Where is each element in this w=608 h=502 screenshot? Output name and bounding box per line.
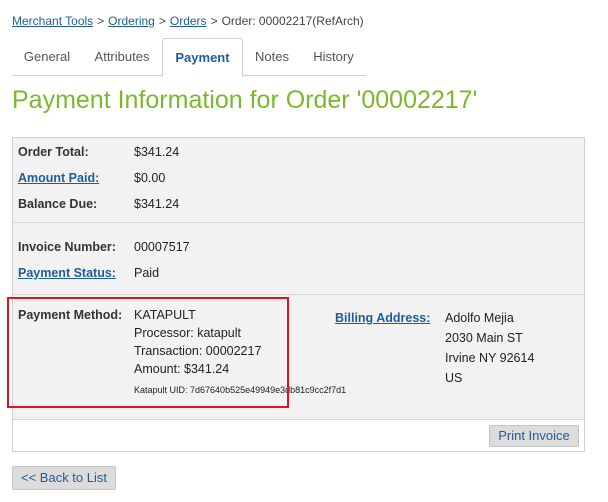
invoice-number-label: Invoice Number: <box>18 240 116 254</box>
page-title: Payment Information for Order '00002217' <box>12 86 478 114</box>
breadcrumb: Merchant Tools > Ordering > Orders > Order: 00… <box>12 14 364 28</box>
invoice-section: Invoice Number: 00007517 Payment Status:… <box>13 223 584 295</box>
tab-history[interactable]: History <box>301 38 366 76</box>
breadcrumb-merchant-tools[interactable]: Merchant Tools <box>12 14 93 28</box>
breadcrumb-orders[interactable]: Orders <box>170 14 207 28</box>
order-total-label: Order Total: <box>18 145 89 159</box>
katapult-uid: Katapult UID: 7d67640b525e49949e3db81c9c… <box>134 385 347 395</box>
balance-due-value: $341.24 <box>134 197 180 211</box>
amount-paid-link[interactable]: Amount Paid: <box>18 171 99 185</box>
breadcrumb-separator: > <box>158 14 166 28</box>
billing-address-link[interactable]: Billing Address: <box>335 311 430 325</box>
panel-footer: Print Invoice <box>13 420 584 451</box>
breadcrumb-current: Order: 00002217(RefArch) <box>221 14 364 28</box>
billing-street: 2030 Main ST <box>445 331 523 345</box>
payment-amount: Amount: $341.24 <box>134 362 230 376</box>
balance-due-label: Balance Due: <box>18 197 98 211</box>
payment-method-value: KATAPULT <box>134 308 196 322</box>
payment-status-value: Paid <box>134 266 160 280</box>
tab-notes[interactable]: Notes <box>245 38 299 76</box>
billing-name: Adolfo Mejia <box>445 311 514 325</box>
tab-attributes[interactable]: Attributes <box>84 38 160 76</box>
tab-general[interactable]: General <box>12 38 82 76</box>
payment-transaction: Transaction: 00002217 <box>134 344 262 358</box>
billing-country: US <box>445 371 463 385</box>
tab-bar: General Attributes Payment Notes History <box>12 38 366 77</box>
breadcrumb-separator: > <box>97 14 105 28</box>
payment-method-label: Payment Method: <box>18 308 123 322</box>
payment-info-panel: Order Total: $341.24 Amount Paid: $0.00 … <box>12 137 585 452</box>
breadcrumb-separator: > <box>210 14 218 28</box>
amount-paid-value: $0.00 <box>134 171 166 185</box>
print-invoice-button[interactable]: Print Invoice <box>489 425 579 447</box>
invoice-number-value: 00007517 <box>134 240 190 254</box>
payment-processor: Processor: katapult <box>134 326 241 340</box>
payment-status-link[interactable]: Payment Status: <box>18 266 116 280</box>
payment-method-section: Payment Method: KATAPULT Processor: kata… <box>13 295 584 420</box>
back-to-list-button[interactable]: << Back to List <box>12 466 116 490</box>
order-summary-section: Order Total: $341.24 Amount Paid: $0.00 … <box>13 138 584 223</box>
order-total-value: $341.24 <box>134 145 180 159</box>
breadcrumb-ordering[interactable]: Ordering <box>108 14 155 28</box>
tab-payment[interactable]: Payment <box>162 38 243 77</box>
billing-city-state-zip: Irvine NY 92614 <box>445 351 535 365</box>
